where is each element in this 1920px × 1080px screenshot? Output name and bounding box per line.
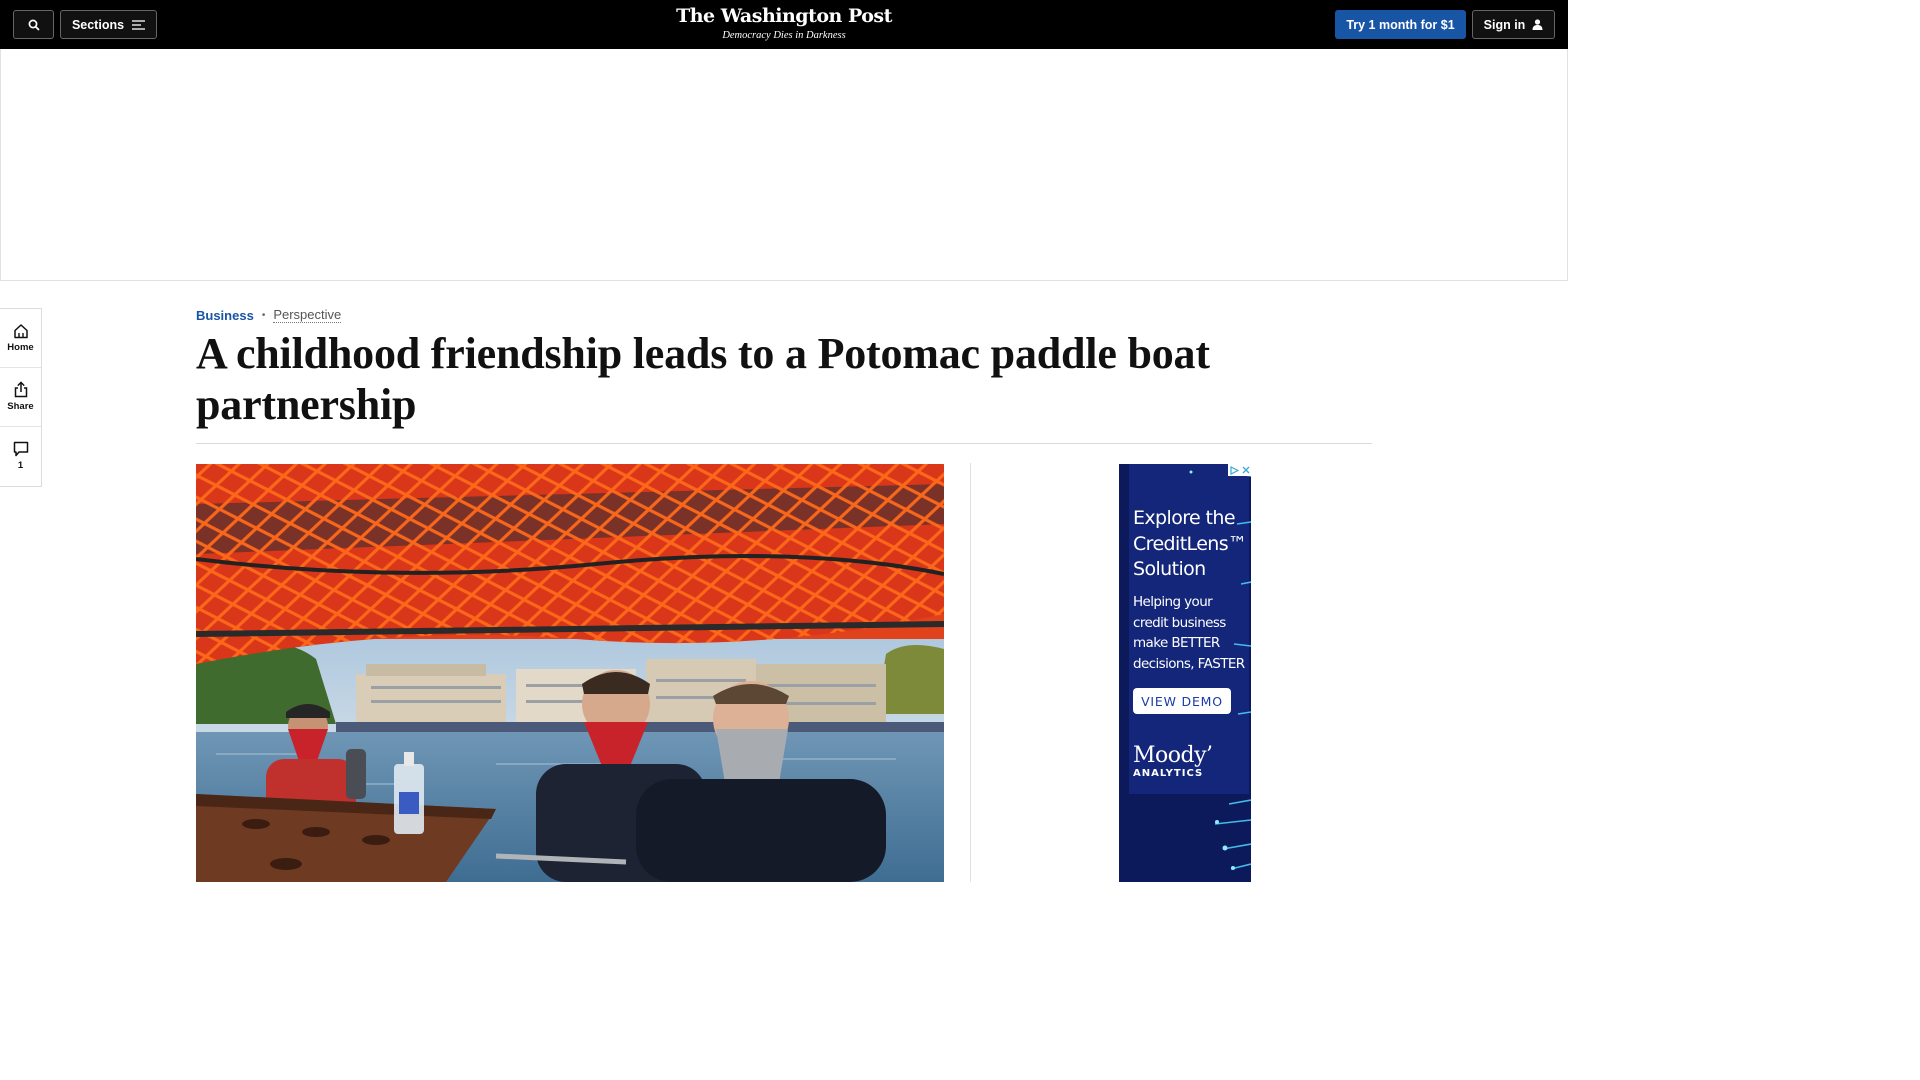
side-advertisement[interactable]: Explore the CreditLens™ Solution Helping… bbox=[1119, 464, 1251, 882]
headline-divider bbox=[196, 443, 1372, 444]
perspective-label[interactable]: Perspective bbox=[273, 307, 342, 323]
subscribe-trial-button[interactable]: Try 1 month for $1 bbox=[1335, 10, 1466, 39]
top-ad-slot bbox=[0, 49, 1568, 281]
sign-in-label: Sign in bbox=[1483, 17, 1526, 32]
user-icon bbox=[1532, 19, 1543, 30]
ad-choices-button[interactable] bbox=[1228, 464, 1251, 476]
sections-button[interactable]: Sections bbox=[60, 10, 157, 39]
section-link[interactable]: Business bbox=[196, 308, 254, 323]
ad-brand-logo: Moody’s ANALYTICS bbox=[1133, 743, 1213, 779]
rail-share-label: Share bbox=[7, 401, 34, 412]
svg-text:Moody’s: Moody’s bbox=[1133, 743, 1213, 768]
site-tagline: Democracy Dies in Darkness bbox=[722, 30, 846, 41]
article-kicker: Business • Perspective bbox=[196, 307, 342, 323]
comment-icon bbox=[13, 441, 28, 456]
ad-body: Helping your credit business make BETTER… bbox=[1133, 594, 1245, 672]
lead-photo-illustration bbox=[196, 464, 944, 882]
close-icon[interactable] bbox=[1242, 466, 1250, 474]
rail-share-button[interactable]: Share bbox=[0, 367, 41, 425]
column-divider bbox=[970, 463, 971, 882]
rail-comments-button[interactable]: 1 bbox=[0, 426, 41, 484]
lead-photo[interactable] bbox=[196, 464, 944, 882]
svg-text:ANALYTICS: ANALYTICS bbox=[1133, 768, 1203, 779]
engagement-rail: Home Share 1 bbox=[0, 308, 42, 487]
sections-label: Sections bbox=[71, 17, 125, 32]
search-icon bbox=[28, 19, 40, 31]
ad-view-demo-button[interactable]: VIEW DEMO bbox=[1133, 688, 1231, 714]
article-headline: A childhood friendship leads to a Potoma… bbox=[196, 329, 1210, 429]
kicker-separator: • bbox=[261, 309, 266, 321]
share-icon bbox=[14, 381, 27, 398]
masthead[interactable]: The Washington Post Democracy Dies in Da… bbox=[634, 4, 934, 43]
top-navigation-bar: Sections The Washington Post Democracy D… bbox=[0, 0, 1568, 50]
site-logo[interactable]: The Washington Post bbox=[634, 4, 934, 28]
home-icon bbox=[13, 324, 28, 339]
ad-headline: Explore the CreditLens™ Solution bbox=[1133, 507, 1247, 580]
rail-home-button[interactable]: Home bbox=[0, 309, 41, 367]
rail-comments-count: 1 bbox=[17, 459, 24, 471]
sign-in-button[interactable]: Sign in bbox=[1472, 10, 1555, 39]
menu-icon bbox=[132, 19, 146, 30]
search-button[interactable] bbox=[13, 10, 54, 39]
adchoices-icon bbox=[1229, 465, 1239, 475]
rail-home-label: Home bbox=[7, 342, 34, 353]
